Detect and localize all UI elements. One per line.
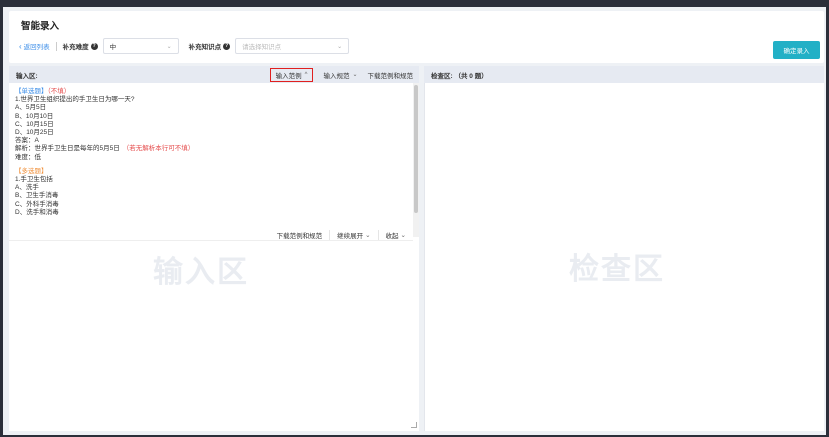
example-line: 难度：低 bbox=[15, 153, 41, 161]
example-line: 1.世界卫生组织提出的手卫生日为哪一天? bbox=[15, 96, 135, 104]
download-spec-button[interactable]: 下载范例和规范 bbox=[368, 70, 414, 80]
example-line: 解析：世界手卫生日是每年的5月5日 bbox=[15, 145, 120, 153]
example-scrollbar-thumb[interactable] bbox=[414, 85, 418, 213]
example-toggle-button[interactable]: 输入范例 ^ bbox=[269, 67, 314, 82]
difficulty-label: 补充难度 ? bbox=[62, 42, 98, 51]
example-line: A、5月5日 bbox=[15, 104, 47, 112]
example-bottom-actions: 下载范例和规范 继续展开 ⌄ 收起 ⌄ bbox=[9, 229, 413, 241]
input-panel-title: 输入区: bbox=[16, 72, 38, 80]
example-line: B、卫生手消毒 bbox=[15, 192, 59, 200]
example-line: A、洗手 bbox=[15, 184, 39, 192]
example-line: 1.手卫生包括 bbox=[15, 176, 53, 184]
example-line: B、10月10日 bbox=[15, 112, 54, 120]
difficulty-value: 中 bbox=[109, 44, 117, 51]
input-panel-actions: 输入范例 ^ 输入规范 ⌄ 下载范例和规范 bbox=[260, 67, 414, 82]
optional-note: （不填） bbox=[47, 88, 71, 95]
chevron-down-icon: ⌄ bbox=[400, 231, 406, 239]
question-circle-icon[interactable]: ? bbox=[90, 42, 98, 50]
chevron-left-icon: ‹ bbox=[19, 41, 22, 51]
page: 智能录入 ‹ 返回列表 补充难度 ? 中 ⌄ 补充知识点 ? 请选择知识点 ⌄ bbox=[3, 7, 826, 435]
optional-note: （若无解析本行可不填） bbox=[122, 145, 195, 153]
check-panel-header: 检查区: （共 0 题） bbox=[424, 66, 824, 83]
confirm-entry-button[interactable]: 确定录入 bbox=[773, 41, 820, 59]
chevron-down-icon: ⌄ bbox=[352, 72, 358, 78]
difficulty-select[interactable]: 中 ⌄ bbox=[102, 38, 179, 54]
chevron-down-icon: ⌄ bbox=[337, 43, 343, 50]
multi-choice-tag: 【多选题】 bbox=[15, 167, 48, 175]
resize-handle-icon[interactable] bbox=[411, 422, 417, 428]
chevron-up-icon: ^ bbox=[304, 71, 308, 78]
example-content: 【单选题】（不填） 1.世界卫生组织提出的手卫生日为哪一天? A、5月5日 B、… bbox=[9, 83, 413, 229]
check-panel-title: 检查区: （共 0 题） bbox=[431, 72, 488, 80]
example-line: D、洗手和消毒 bbox=[15, 208, 59, 216]
input-panel-header: 输入区: 输入范例 ^ 输入规范 ⌄ 下载范例和规范 bbox=[9, 66, 419, 83]
divider bbox=[55, 41, 57, 51]
check-area-watermark: 检查区 bbox=[569, 253, 665, 286]
chevron-down-icon: ⌄ bbox=[365, 231, 371, 239]
back-to-list-link[interactable]: ‹ 返回列表 bbox=[19, 41, 50, 52]
input-area-watermark: 输入区 bbox=[153, 256, 249, 289]
spec-toggle-button[interactable]: 输入规范 ⌄ bbox=[323, 70, 357, 80]
back-label: 返回列表 bbox=[23, 44, 50, 51]
question-circle-icon[interactable]: ? bbox=[223, 42, 231, 50]
expand-more-button[interactable]: 继续展开 ⌄ bbox=[329, 229, 377, 240]
example-line: D、10月25日 bbox=[15, 129, 54, 137]
example-line: C、10月15日 bbox=[15, 120, 54, 128]
header-bar: 智能录入 ‹ 返回列表 补充难度 ? 中 ⌄ 补充知识点 ? 请选择知识点 ⌄ bbox=[9, 11, 824, 63]
example-line: C、外科手消毒 bbox=[15, 200, 59, 208]
download-spec-bottom-button[interactable]: 下载范例和规范 bbox=[270, 230, 330, 240]
page-title: 智能录入 bbox=[21, 21, 60, 32]
toolbar: ‹ 返回列表 补充难度 ? 中 ⌄ 补充知识点 ? 请选择知识点 ⌄ bbox=[19, 38, 350, 54]
knowledge-label: 补充知识点 ? bbox=[188, 42, 231, 51]
knowledge-select[interactable]: 请选择知识点 ⌄ bbox=[235, 38, 350, 54]
chevron-down-icon: ⌄ bbox=[166, 43, 172, 50]
knowledge-placeholder: 请选择知识点 bbox=[242, 44, 282, 51]
single-choice-tag: 【单选题】 bbox=[15, 88, 48, 95]
collapse-button[interactable]: 收起 ⌄ bbox=[377, 229, 413, 240]
